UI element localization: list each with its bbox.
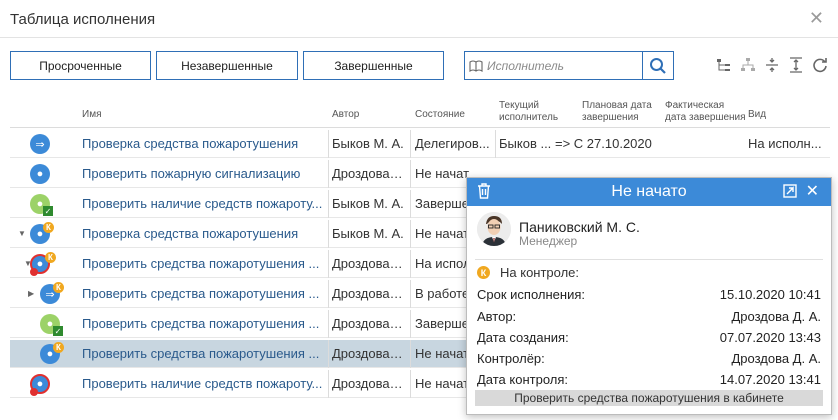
collapse-icon[interactable] [762, 55, 782, 75]
task-author: Дроздова ... [332, 256, 404, 271]
field-label: Дата создания: [477, 330, 569, 345]
field-label: Дата контроля: [477, 372, 569, 387]
field-value: Дроздова Д. А. [731, 309, 821, 324]
field-value: 14.07.2020 13:41 [719, 372, 821, 387]
control-badge-icon: К [477, 266, 490, 279]
task-name-link[interactable]: Проверка средства пожаротушения [82, 226, 326, 241]
task-name-link[interactable]: Проверить наличие средств пожароту... [82, 196, 326, 211]
control-date-row: Дата контроля: 14.07.2020 13:41 [477, 372, 821, 387]
table-header: Имя Автор Состояние Текущий исполнитель … [10, 100, 830, 128]
field-label: Срок исполнения: [477, 287, 585, 302]
column-executor[interactable]: Текущий исполнитель [499, 100, 558, 124]
task-author: Дроздова ... [332, 316, 404, 331]
expand-arrow-icon[interactable]: ▼ [18, 229, 26, 238]
task-kind: На исполн... [748, 136, 822, 151]
task-name-link[interactable]: Проверить средства пожаротушения ... [82, 316, 326, 331]
close-icon[interactable]: ✕ [809, 9, 824, 27]
due-date-row: Срок исполнения: 15.10.2020 10:41 [477, 287, 821, 302]
task-description: Проверить средства пожаротушения в кабин… [475, 390, 823, 406]
field-value: Дроздова Д. А. [731, 351, 821, 366]
column-kind[interactable]: Вид [748, 109, 766, 121]
task-planned-date: => С 27.10.2020 [555, 136, 652, 151]
task-name-link[interactable]: Проверить пожарную сигнализацию [82, 166, 326, 181]
avatar [477, 212, 511, 246]
task-name-link[interactable]: Проверить средства пожаротушения ... [82, 286, 326, 301]
window-title: Таблица исполнения [10, 11, 156, 28]
task-author: Быков М. А. [332, 196, 404, 211]
column-name[interactable]: Имя [82, 109, 101, 121]
task-author: Дроздова ... [332, 376, 404, 391]
refresh-icon[interactable] [810, 55, 830, 75]
control-badge-icon: К [43, 222, 54, 233]
task-author: Дроздова ... [332, 346, 404, 361]
task-name-link[interactable]: Проверить наличие средств пожароту... [82, 376, 326, 391]
filter-finished-button[interactable]: Завершенные [303, 51, 444, 80]
on-control-row: К На контроле: [477, 265, 579, 280]
field-value: 15.10.2020 10:41 [719, 287, 821, 302]
overdue-dot-icon [30, 268, 38, 276]
overdue-dot-icon [30, 388, 38, 396]
task-preview-popup: Не начато ✕ Паниковский М. С. Менеджер К… [466, 177, 832, 415]
executor-search-input[interactable] [487, 52, 642, 79]
check-icon: ✓ [43, 206, 53, 216]
expand-icon[interactable] [786, 55, 806, 75]
filter-unfinished-button[interactable]: Незавершенные [156, 51, 298, 80]
tree-icon[interactable] [714, 55, 734, 75]
book-icon [465, 52, 487, 79]
control-badge-icon: К [45, 252, 56, 263]
search-button[interactable] [642, 52, 673, 79]
executor-search [464, 51, 674, 80]
column-state[interactable]: Состояние [415, 109, 465, 121]
field-label: Автор: [477, 309, 517, 324]
task-author: Дроздова ... [332, 166, 404, 181]
task-name-link[interactable]: Проверка средства пожаротушения [82, 136, 326, 151]
task-author: Быков М. А. [332, 226, 404, 241]
controller-row: Контролёр: Дроздова Д. А. [477, 351, 821, 366]
column-actual[interactable]: Фактическая дата завершения [665, 100, 747, 124]
popup-header: Не начато ✕ [467, 178, 831, 206]
check-icon: ✓ [53, 326, 63, 336]
table-row[interactable]: ⇒ Проверка средства пожаротушения Быков … [10, 130, 830, 158]
author-row: Автор: Дроздова Д. А. [477, 309, 821, 324]
collapse-arrow-icon[interactable]: ▶ [28, 289, 34, 298]
task-name-link[interactable]: Проверить средства пожаротушения ... [82, 256, 326, 271]
magnifier-icon [650, 57, 666, 74]
task-author: Дроздова ... [332, 286, 404, 301]
popup-close-icon[interactable]: ✕ [806, 181, 819, 201]
person-name: Паниковский М. С. [519, 219, 640, 235]
task-name-link[interactable]: Проверить средства пожаротушения ... [82, 346, 326, 361]
open-external-icon[interactable] [783, 184, 797, 203]
on-control-label: На контроле: [500, 265, 580, 280]
task-state: Делегиров... [415, 136, 490, 151]
task-executor: Быков ... [499, 136, 552, 151]
field-label: Контролёр: [477, 351, 545, 366]
filter-overdue-button[interactable]: Просроченные [10, 51, 151, 80]
popup-divider [475, 259, 823, 260]
delegated-task-icon: ⇒ [30, 134, 50, 154]
field-value: 07.07.2020 13:43 [719, 330, 821, 345]
window-titlebar: Таблица исполнения ✕ [0, 0, 838, 38]
task-author: Быков М. А. [332, 136, 404, 151]
hierarchy-icon[interactable] [738, 55, 758, 75]
created-date-row: Дата создания: 07.07.2020 13:43 [477, 330, 821, 345]
table-toolbar [714, 55, 830, 75]
user-task-icon: ● [30, 164, 50, 184]
control-badge-icon: К [53, 342, 64, 353]
column-author[interactable]: Автор [332, 109, 359, 121]
person-role: Менеджер [519, 234, 578, 248]
column-planned[interactable]: Плановая дата завершения [582, 100, 660, 124]
popup-title: Не начато [611, 183, 687, 200]
control-badge-icon: К [53, 282, 64, 293]
